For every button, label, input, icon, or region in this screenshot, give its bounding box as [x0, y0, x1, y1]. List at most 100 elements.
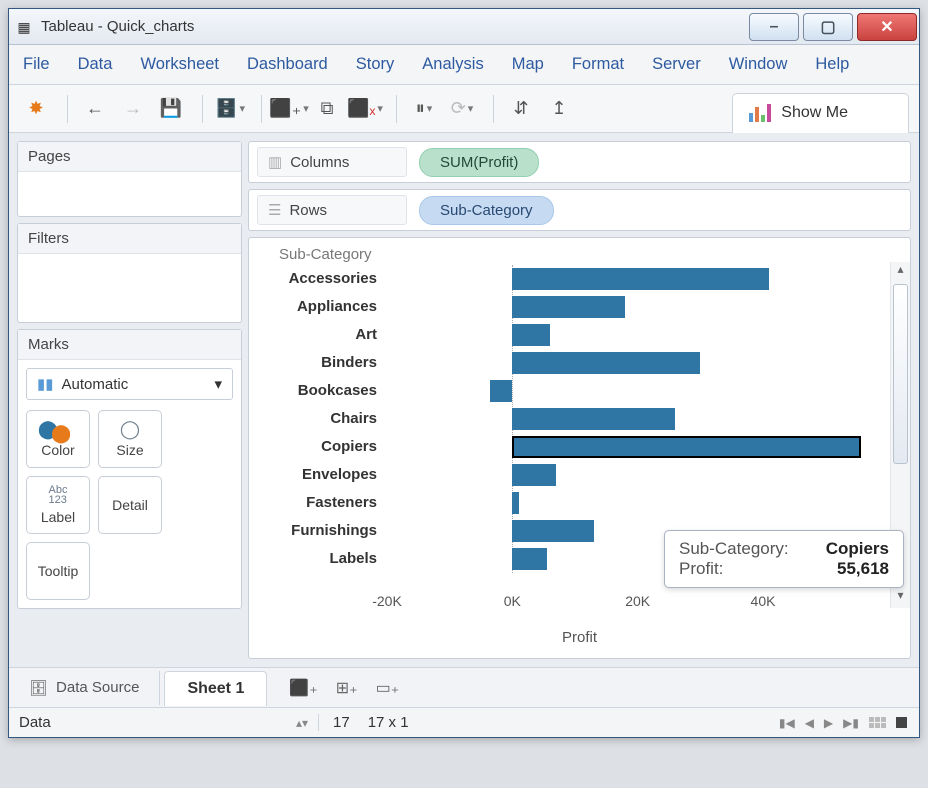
category-label[interactable]: Chairs: [257, 405, 387, 433]
category-label[interactable]: Accessories: [257, 265, 387, 293]
size-icon: ◯: [120, 420, 140, 438]
data-source-tab[interactable]: 🗄 Data Source: [9, 671, 160, 705]
nav-last-icon[interactable]: ▶▮: [843, 716, 859, 730]
nav-next-icon[interactable]: ▶: [824, 716, 833, 730]
rows-text: Rows: [289, 202, 327, 219]
columns-pill-profit[interactable]: SUM(Profit): [419, 148, 539, 177]
bar[interactable]: [512, 520, 593, 542]
refresh-icon[interactable]: ⟳: [445, 92, 479, 126]
status-left[interactable]: Data ▴▾: [9, 714, 319, 731]
status-bar: Data ▴▾ 17 17 x 1 ▮◀ ◀ ▶ ▶▮: [9, 707, 919, 737]
menu-window[interactable]: Window: [715, 49, 802, 80]
status-data-label: Data: [19, 714, 51, 731]
maximize-button[interactable]: ▢: [803, 13, 853, 41]
scroll-down-button[interactable]: ▾: [891, 588, 910, 608]
category-label[interactable]: Furnishings: [257, 517, 387, 545]
toolbar-separator: [396, 95, 397, 123]
scroll-up-button[interactable]: ▴: [891, 262, 910, 282]
scroll-thumb[interactable]: [893, 284, 908, 464]
pages-body[interactable]: [18, 172, 241, 216]
bar[interactable]: [512, 408, 675, 430]
clear-worksheet-icon[interactable]: ⬛ₓ: [348, 92, 382, 126]
duplicate-worksheet-icon[interactable]: ⧉: [310, 92, 344, 126]
menu-bar: File Data Worksheet Dashboard Story Anal…: [9, 45, 919, 85]
menu-map[interactable]: Map: [498, 49, 558, 80]
status-mid: 17 17 x 1: [319, 714, 423, 731]
menu-file[interactable]: File: [9, 49, 64, 80]
maximize-icon: ▢: [820, 17, 835, 37]
bar[interactable]: [512, 352, 700, 374]
bar[interactable]: [512, 464, 556, 486]
marks-label[interactable]: Abc123 Label: [26, 476, 90, 534]
bar[interactable]: [512, 436, 861, 458]
toolbar-separator: [67, 95, 68, 123]
new-worksheet-icon[interactable]: ⬛₊: [272, 92, 306, 126]
toolbar: ✸ ← → 💾 🗄️ ⬛₊ ⧉ ⬛ₓ ⏸ ⟳ ⇵ ↥ Show Me: [9, 85, 919, 133]
show-me-button[interactable]: Show Me: [732, 93, 909, 133]
close-button[interactable]: ✕: [857, 13, 917, 41]
application-window: ▦ Tableau - Quick_charts – ▢ ✕ File Data…: [8, 8, 920, 738]
tooltip-profit-value: 55,618: [837, 559, 889, 579]
nav-first-icon[interactable]: ▮◀: [779, 716, 795, 730]
marks-size[interactable]: ◯ Size: [98, 410, 162, 468]
sort-toggle-icon[interactable]: ▴▾: [296, 716, 308, 730]
nav-prev-icon[interactable]: ◀: [805, 716, 814, 730]
marks-properties: ⬤⬤ Color ◯ Size Abc123 Label Detail: [26, 410, 233, 600]
filters-title: Filters: [18, 224, 241, 254]
tableau-logo-icon[interactable]: ✸: [19, 92, 53, 126]
category-label[interactable]: Binders: [257, 349, 387, 377]
menu-dashboard[interactable]: Dashboard: [233, 49, 342, 80]
forward-button[interactable]: →: [116, 92, 150, 126]
bar[interactable]: [512, 324, 550, 346]
bar[interactable]: [512, 492, 518, 514]
filmstrip-icon[interactable]: [869, 717, 886, 728]
marks-tooltip[interactable]: Tooltip: [26, 542, 90, 600]
category-label[interactable]: Fasteners: [257, 489, 387, 517]
category-label[interactable]: Copiers: [257, 433, 387, 461]
menu-help[interactable]: Help: [801, 49, 863, 80]
filters-shelf[interactable]: Filters: [17, 223, 242, 323]
bar[interactable]: [490, 380, 512, 402]
sheet-tab[interactable]: Sheet 1: [164, 671, 267, 706]
pages-shelf[interactable]: Pages: [17, 141, 242, 217]
category-label[interactable]: Bookcases: [257, 377, 387, 405]
x-axis-title: Profit: [257, 629, 902, 646]
menu-story[interactable]: Story: [342, 49, 409, 80]
pause-updates-icon[interactable]: ⏸: [407, 92, 441, 126]
category-label[interactable]: Envelopes: [257, 461, 387, 489]
back-button[interactable]: ←: [78, 92, 112, 126]
pages-title: Pages: [18, 142, 241, 172]
bar[interactable]: [512, 268, 769, 290]
swap-icon[interactable]: ⇵: [504, 92, 538, 126]
side-column: Pages Filters Marks ▮▮ Automatic ▾: [17, 141, 242, 659]
new-worksheet-button[interactable]: ⬛₊: [289, 678, 317, 698]
marks-color[interactable]: ⬤⬤ Color: [26, 410, 90, 468]
rows-shelf[interactable]: ☰ Rows Sub-Category: [248, 189, 911, 231]
menu-format[interactable]: Format: [558, 49, 638, 80]
menu-analysis[interactable]: Analysis: [408, 49, 497, 80]
new-dashboard-button[interactable]: ⊞₊: [336, 678, 358, 698]
marks-type-dropdown[interactable]: ▮▮ Automatic ▾: [26, 368, 233, 400]
toolbar-separator: [261, 95, 262, 123]
presentation-mode-icon[interactable]: [896, 717, 907, 728]
save-button[interactable]: 💾: [154, 92, 188, 126]
category-label[interactable]: Labels: [257, 545, 387, 573]
category-label[interactable]: Art: [257, 321, 387, 349]
bar[interactable]: [512, 548, 546, 570]
workspace: Pages Filters Marks ▮▮ Automatic ▾: [9, 133, 919, 667]
datasource-icon[interactable]: 🗄️: [213, 92, 247, 126]
marks-detail[interactable]: Detail: [98, 476, 162, 534]
sort-asc-icon[interactable]: ↥: [542, 92, 576, 126]
new-story-button[interactable]: ▭₊: [376, 678, 400, 698]
category-label[interactable]: Appliances: [257, 293, 387, 321]
label-icon: Abc123: [49, 485, 68, 505]
bar[interactable]: [512, 296, 625, 318]
show-me-label: Show Me: [781, 104, 848, 122]
columns-shelf[interactable]: ▥ Columns SUM(Profit): [248, 141, 911, 183]
menu-worksheet[interactable]: Worksheet: [126, 49, 233, 80]
rows-pill-subcategory[interactable]: Sub-Category: [419, 196, 554, 225]
menu-server[interactable]: Server: [638, 49, 715, 80]
minimize-button[interactable]: –: [749, 13, 799, 41]
menu-data[interactable]: Data: [64, 49, 127, 80]
filters-body[interactable]: [18, 254, 241, 322]
